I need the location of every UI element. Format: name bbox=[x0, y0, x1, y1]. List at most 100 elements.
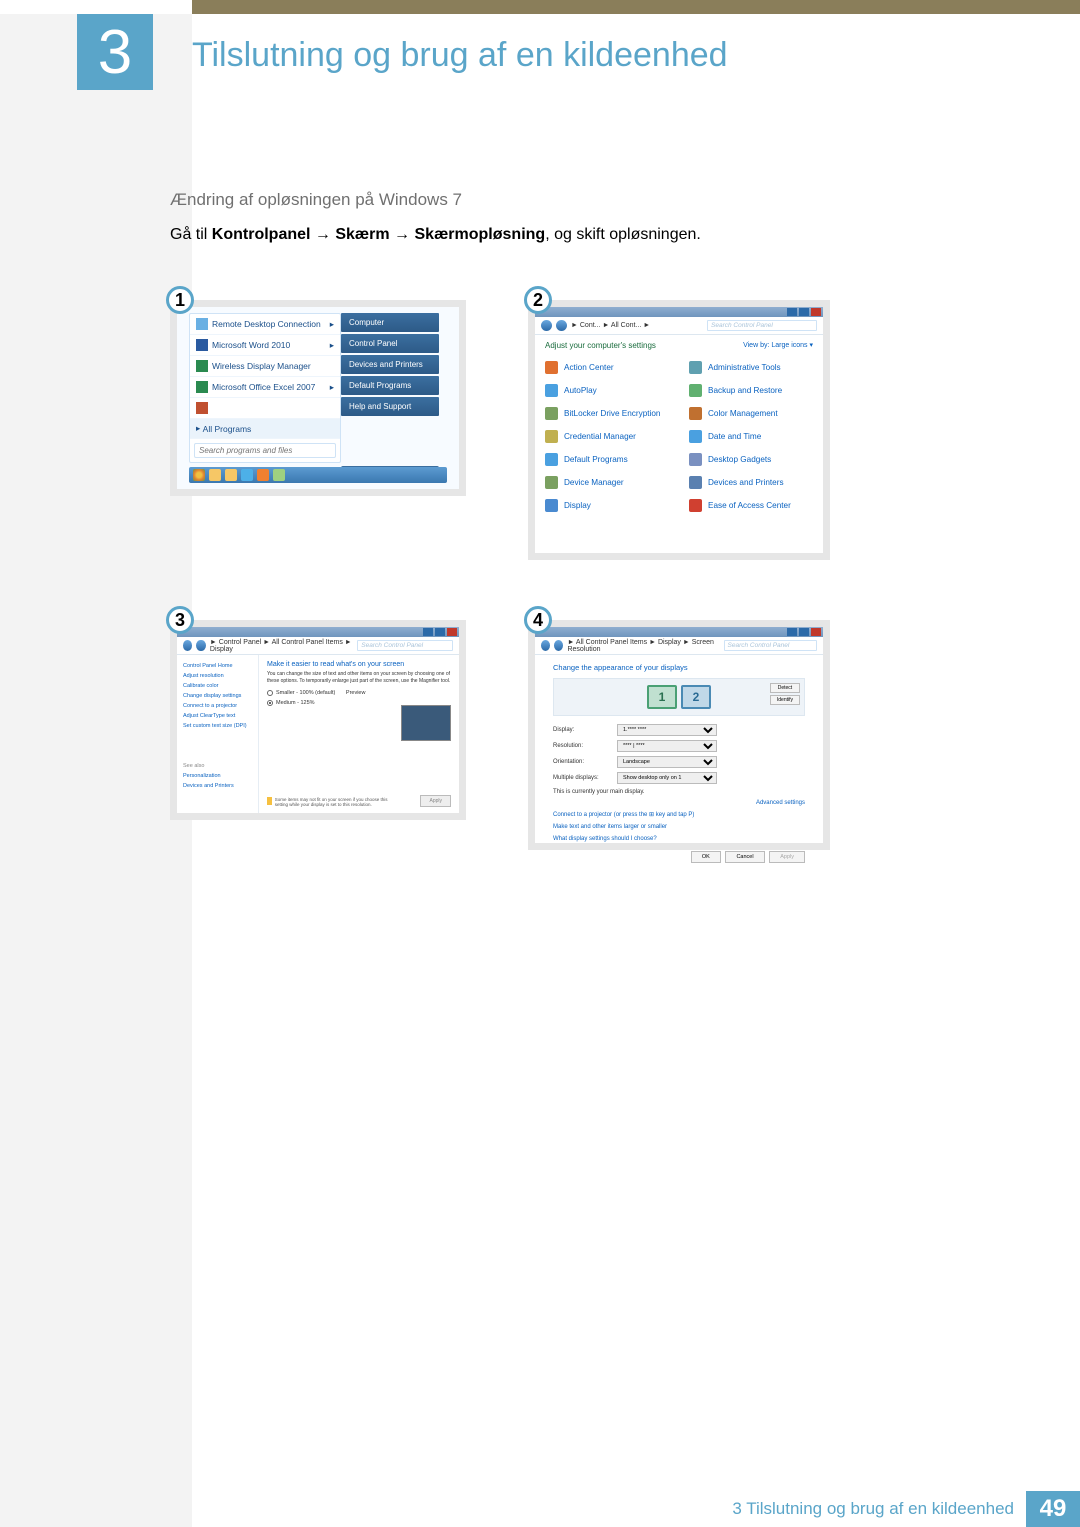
control-panel-item[interactable]: Default Programs bbox=[545, 448, 669, 471]
control-panel-item[interactable]: AutoPlay bbox=[545, 379, 669, 402]
view-by-link[interactable]: View by: Large icons ▾ bbox=[743, 341, 813, 350]
control-panel-item[interactable]: Date and Time bbox=[689, 425, 813, 448]
cp-item-icon bbox=[689, 361, 702, 374]
resolution-select[interactable]: **** | **** bbox=[617, 740, 717, 752]
close-icon[interactable] bbox=[447, 628, 457, 636]
control-panel-item[interactable]: Desktop Gadgets bbox=[689, 448, 813, 471]
app-icon bbox=[196, 381, 208, 393]
start-orb-icon[interactable] bbox=[193, 469, 205, 481]
nav-forward-icon[interactable] bbox=[556, 320, 567, 331]
identify-button[interactable]: Identify bbox=[770, 695, 800, 705]
control-panel-item[interactable]: Color Management bbox=[689, 402, 813, 425]
start-right-item[interactable]: Devices and Printers bbox=[341, 355, 439, 374]
advanced-settings-link[interactable]: Advanced settings bbox=[553, 798, 805, 808]
side-link-home[interactable]: Control Panel Home bbox=[183, 661, 252, 671]
nav-back-icon[interactable] bbox=[541, 320, 552, 331]
side-link[interactable]: Adjust ClearType text bbox=[183, 711, 252, 721]
monitor-1-icon[interactable]: 1 bbox=[647, 685, 677, 709]
apply-button[interactable]: Apply bbox=[420, 795, 451, 807]
search-input[interactable] bbox=[194, 443, 336, 458]
maximize-icon[interactable] bbox=[435, 628, 445, 636]
multiple-select[interactable]: Show desktop only on 1 bbox=[617, 772, 717, 784]
taskbar-ie-icon[interactable] bbox=[241, 469, 253, 481]
cp-item-label: Administrative Tools bbox=[708, 363, 781, 372]
search-box[interactable]: Search Control Panel bbox=[724, 640, 817, 651]
apply-button[interactable]: Apply bbox=[769, 851, 805, 863]
see-also-link[interactable]: Devices and Printers bbox=[183, 781, 252, 791]
screenshot-screen-resolution: ► All Control Panel Items ► Display ► Sc… bbox=[528, 620, 830, 850]
side-link[interactable]: Change display settings bbox=[183, 691, 252, 701]
start-item[interactable]: Microsoft Office Excel 2007▸ bbox=[190, 377, 340, 398]
nav-forward-icon[interactable] bbox=[554, 640, 563, 651]
close-icon[interactable] bbox=[811, 628, 821, 636]
display-body: Control Panel Home Adjust resolution Cal… bbox=[177, 655, 459, 813]
minimize-icon[interactable] bbox=[787, 628, 797, 636]
taskbar-explorer-icon[interactable] bbox=[209, 469, 221, 481]
orientation-select[interactable]: Landscape bbox=[617, 756, 717, 768]
help-link[interactable]: What display settings should I choose? bbox=[553, 836, 657, 842]
control-panel-item[interactable]: Backup and Restore bbox=[689, 379, 813, 402]
cp-item-label: Action Center bbox=[564, 363, 614, 372]
display-heading: Make it easier to read what's on your sc… bbox=[267, 661, 451, 668]
control-panel-item[interactable]: Device Manager bbox=[545, 471, 669, 494]
nav-back-icon[interactable] bbox=[541, 640, 550, 651]
search-box[interactable]: Search Control Panel bbox=[357, 640, 453, 651]
start-item-label: Microsoft Office Excel 2007 bbox=[212, 382, 330, 392]
minimize-icon[interactable] bbox=[787, 308, 797, 316]
control-panel-item[interactable]: Credential Manager bbox=[545, 425, 669, 448]
start-right-item[interactable]: Computer bbox=[341, 313, 439, 332]
control-panel-item[interactable]: Display bbox=[545, 494, 669, 517]
maximize-icon[interactable] bbox=[799, 628, 809, 636]
monitor-2-icon[interactable]: 2 bbox=[681, 685, 711, 709]
screenshot-start-menu: Remote Desktop Connection▸ Microsoft Wor… bbox=[170, 300, 466, 496]
nav-back-icon[interactable] bbox=[183, 640, 192, 651]
control-panel-item[interactable]: BitLocker Drive Encryption bbox=[545, 402, 669, 425]
side-link[interactable]: Adjust resolution bbox=[183, 671, 252, 681]
close-icon[interactable] bbox=[811, 308, 821, 316]
page-footer: 3 Tilslutning og brug af en kildeenhed 4… bbox=[0, 1491, 1080, 1527]
breadcrumb[interactable]: ► All Control Panel Items ► Display ► Sc… bbox=[567, 639, 719, 653]
side-link[interactable]: Connect to a projector bbox=[183, 701, 252, 711]
ok-button[interactable]: OK bbox=[691, 851, 721, 863]
maximize-icon[interactable] bbox=[799, 308, 809, 316]
control-panel-item[interactable]: Ease of Access Center bbox=[689, 494, 813, 517]
start-item[interactable]: Remote Desktop Connection▸ bbox=[190, 314, 340, 335]
breadcrumb[interactable]: ► Control Panel ► All Control Panel Item… bbox=[210, 639, 353, 653]
cp-col-left: Action Center AutoPlay BitLocker Drive Enc… bbox=[545, 356, 669, 517]
cp-items-grid: Action Center AutoPlay BitLocker Drive Enc… bbox=[535, 356, 823, 517]
projector-link[interactable]: Connect to a projector (or press the ⊞ k… bbox=[553, 812, 694, 818]
taskbar-note-icon[interactable] bbox=[273, 469, 285, 481]
cp-item-icon bbox=[689, 499, 702, 512]
start-right-item[interactable]: Default Programs bbox=[341, 376, 439, 395]
textsize-link[interactable]: Make text and other items larger or smal… bbox=[553, 824, 667, 830]
taskbar-media-icon[interactable] bbox=[257, 469, 269, 481]
all-programs[interactable]: ▸ All Programs bbox=[190, 419, 340, 439]
detect-button[interactable]: Detect bbox=[770, 683, 800, 693]
step-badge-3: 3 bbox=[166, 606, 194, 634]
cp-item-label: Credential Manager bbox=[564, 432, 636, 441]
screenshot-control-panel: ► Cont... ► All Cont... ► Search Control… bbox=[528, 300, 830, 560]
dpi-radio-smaller[interactable]: Smaller - 100% (default) Preview bbox=[267, 688, 451, 698]
cp-item-icon bbox=[689, 476, 702, 489]
taskbar-folder-icon[interactable] bbox=[225, 469, 237, 481]
nav-forward-icon[interactable] bbox=[196, 640, 205, 651]
cp-item-label: AutoPlay bbox=[564, 386, 597, 395]
side-link[interactable]: Set custom text size (DPI) bbox=[183, 721, 252, 731]
start-right-item[interactable]: Help and Support bbox=[341, 397, 439, 416]
start-right-item[interactable]: Control Panel bbox=[341, 334, 439, 353]
breadcrumb-bar: ► Cont... ► All Cont... ► Search Control… bbox=[535, 317, 823, 335]
control-panel-item[interactable]: Action Center bbox=[545, 356, 669, 379]
cancel-button[interactable]: Cancel bbox=[725, 851, 764, 863]
submenu-arrow-icon: ▸ bbox=[330, 319, 334, 330]
control-panel-item[interactable]: Devices and Printers bbox=[689, 471, 813, 494]
search-box[interactable]: Search Control Panel bbox=[707, 320, 817, 331]
see-also-link[interactable]: Personalization bbox=[183, 771, 252, 781]
control-panel-item[interactable]: Administrative Tools bbox=[689, 356, 813, 379]
breadcrumb[interactable]: ► Cont... ► All Cont... ► bbox=[571, 322, 650, 329]
display-select[interactable]: 1.**** **** bbox=[617, 724, 717, 736]
side-link[interactable]: Calibrate color bbox=[183, 681, 252, 691]
start-item[interactable]: Microsoft Word 2010▸ bbox=[190, 335, 340, 356]
cp-item-label: Devices and Printers bbox=[708, 478, 784, 487]
minimize-icon[interactable] bbox=[423, 628, 433, 636]
start-item[interactable]: Wireless Display Manager bbox=[190, 356, 340, 377]
